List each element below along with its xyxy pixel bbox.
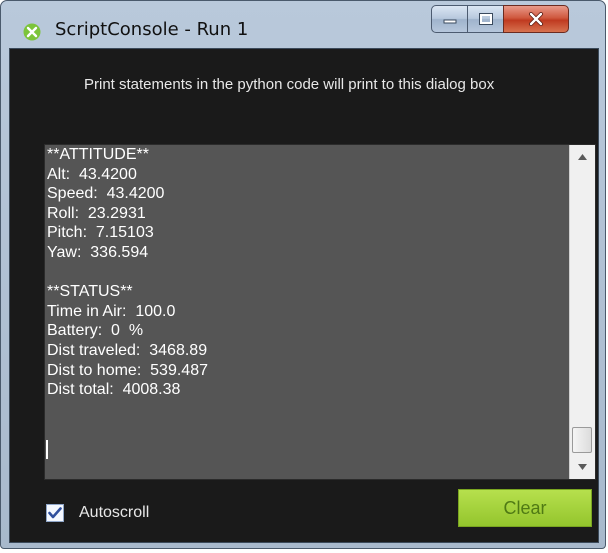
console-output[interactable]: **ATTITUDE** Alt: 43.4200 Speed: 43.4200… — [44, 144, 596, 480]
console-line: Battery: 0 % — [47, 322, 144, 340]
checkmark-icon — [48, 507, 62, 519]
console-line: Dist traveled: 3468.89 — [47, 341, 208, 359]
vertical-scrollbar[interactable] — [569, 145, 595, 479]
console-line: **ATTITUDE** — [47, 146, 149, 163]
close-icon — [529, 12, 543, 26]
console-line: Roll: 23.2931 — [47, 204, 146, 222]
maximize-icon — [478, 13, 493, 25]
console-line: **STATUS** — [47, 283, 133, 301]
console-line: Speed: 43.4200 — [47, 185, 165, 203]
console-line: Pitch: 7.15103 — [47, 224, 154, 242]
window-title: ScriptConsole - Run 1 — [55, 19, 249, 40]
autoscroll-label: Autoscroll — [79, 504, 150, 521]
console-line: Alt: 43.4200 — [47, 165, 137, 183]
minimize-icon — [443, 19, 456, 24]
console-line: Dist to home: 539.487 — [47, 361, 208, 379]
autoscroll-checkbox[interactable] — [46, 504, 64, 522]
console-line: Dist total: 4008.38 — [47, 381, 181, 399]
scroll-down-arrow-icon — [578, 464, 587, 470]
scroll-down-button[interactable] — [570, 457, 595, 477]
scroll-up-button[interactable] — [570, 147, 595, 167]
scroll-up-arrow-icon — [578, 154, 587, 160]
maximize-button[interactable] — [467, 5, 504, 33]
console-text: **ATTITUDE** Alt: 43.4200 Speed: 43.4200… — [47, 145, 567, 400]
text-caret — [46, 440, 48, 459]
console-line: Yaw: 336.594 — [47, 243, 149, 261]
autoscroll-option[interactable]: Autoscroll — [46, 502, 149, 524]
minimize-button[interactable] — [431, 5, 468, 33]
close-button[interactable] — [503, 5, 569, 33]
dialog-body: Print statements in the python code will… — [9, 48, 599, 543]
description-text: Print statements in the python code will… — [84, 76, 495, 93]
clear-button[interactable]: Clear — [458, 489, 592, 527]
script-console-window: ScriptConsole - Run 1 Print statements i… — [0, 0, 606, 549]
scrollbar-thumb[interactable] — [572, 427, 592, 453]
console-line: Time in Air: 100.0 — [47, 302, 176, 320]
scriptconsole-app-icon — [23, 23, 41, 41]
title-bar[interactable]: ScriptConsole - Run 1 — [1, 1, 605, 49]
